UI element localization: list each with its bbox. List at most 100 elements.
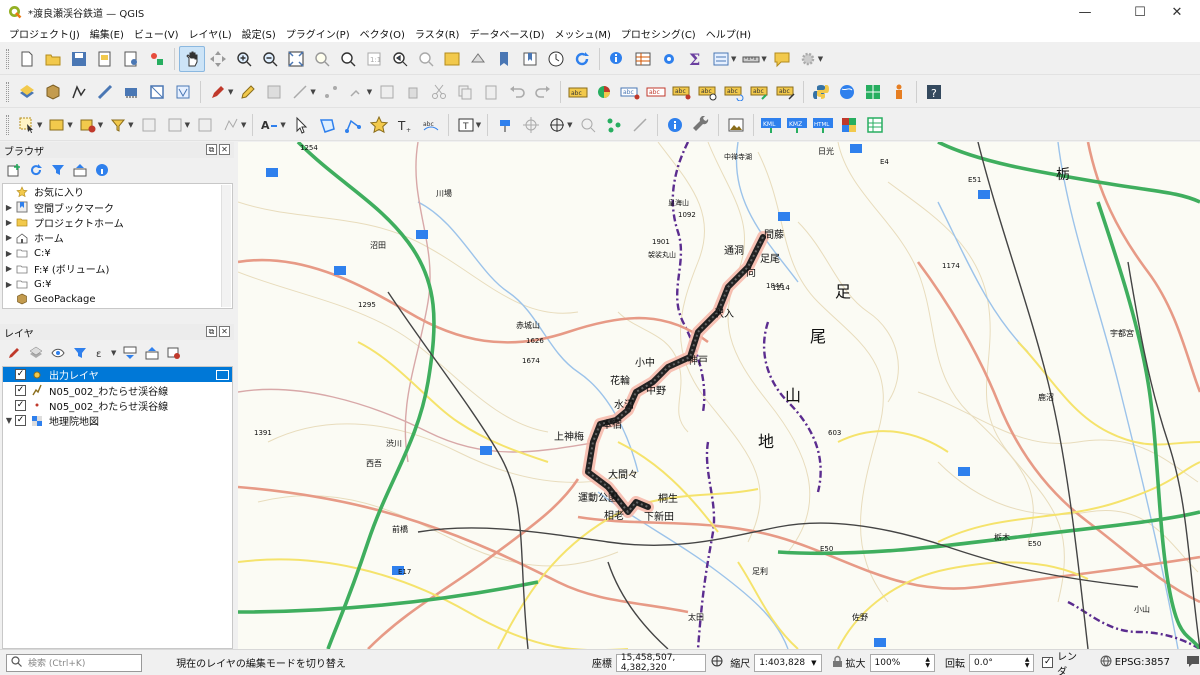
show-bookmarks-icon[interactable] bbox=[517, 46, 543, 72]
create-polygon-annotation-icon[interactable] bbox=[314, 112, 340, 138]
toolbar-grip[interactable] bbox=[6, 81, 9, 102]
advanced-digitize-icon[interactable] bbox=[136, 112, 162, 138]
preview-labels-icon[interactable]: abc bbox=[695, 79, 721, 105]
spin-arrows-icon[interactable]: ▲ ▼ bbox=[1025, 656, 1030, 669]
plugin-grid-icon[interactable] bbox=[860, 79, 886, 105]
annotation-select-icon[interactable] bbox=[288, 112, 314, 138]
manage-visibility-eye-icon[interactable] bbox=[48, 343, 68, 363]
zoom-to-layer-icon[interactable] bbox=[335, 46, 361, 72]
minimize-button[interactable]: — bbox=[1062, 0, 1108, 24]
close-panel-icon[interactable]: ✕ bbox=[219, 326, 230, 337]
menu-mesh[interactable]: メッシュ(M) bbox=[549, 26, 615, 41]
toggle-extents-icon[interactable] bbox=[710, 654, 724, 671]
new-project-icon[interactable] bbox=[14, 46, 40, 72]
shape-digitizing-icon[interactable] bbox=[627, 112, 653, 138]
spin-arrows-icon[interactable]: ▲ ▼ bbox=[925, 656, 930, 669]
dropdown-arrow-icon[interactable]: ▼ bbox=[128, 121, 133, 129]
expand-arrow-icon[interactable]: ▶ bbox=[3, 218, 15, 227]
zoom-last-icon[interactable] bbox=[387, 46, 413, 72]
expand-arrow-icon[interactable]: ▶ bbox=[3, 264, 15, 273]
zoom-in-icon[interactable] bbox=[231, 46, 257, 72]
menu-view[interactable]: ビュー(V) bbox=[129, 26, 184, 41]
new-3d-view-icon[interactable] bbox=[465, 46, 491, 72]
menu-vector[interactable]: ベクタ(O) bbox=[355, 26, 410, 41]
menu-raster[interactable]: ラスタ(R) bbox=[410, 26, 465, 41]
dropdown-arrow-icon[interactable]: ▼ bbox=[228, 88, 233, 96]
pan-hand-icon[interactable] bbox=[179, 45, 205, 72]
layer-labeling-icon[interactable]: abc bbox=[565, 79, 591, 105]
vertex-tool-icon[interactable] bbox=[318, 79, 344, 105]
menu-project[interactable]: プロジェクト(J) bbox=[4, 26, 85, 41]
toolbar-grip[interactable] bbox=[6, 48, 9, 69]
expand-arrow-icon[interactable]: ▶ bbox=[3, 280, 15, 289]
filter-legend-icon[interactable] bbox=[70, 343, 90, 363]
tile-layer-icon[interactable] bbox=[836, 112, 862, 138]
collapse-all-icon[interactable] bbox=[142, 343, 162, 363]
lock-scale-icon[interactable] bbox=[832, 655, 843, 671]
expand-arrow-icon[interactable]: ▶ bbox=[3, 249, 15, 258]
float-panel-icon[interactable]: ⧉ bbox=[206, 326, 217, 337]
scale-combobox[interactable]: 1:403,828 ▼ bbox=[754, 653, 822, 672]
browser-item-geopackage[interactable]: GeoPackage bbox=[3, 292, 232, 307]
toggle-editing-pencil-icon[interactable] bbox=[235, 79, 261, 105]
messages-icon[interactable] bbox=[1186, 655, 1200, 670]
remove-layer-icon[interactable] bbox=[164, 343, 184, 363]
kmz-import-icon[interactable]: KMZ bbox=[784, 112, 810, 138]
zoom-native-icon[interactable]: 1:1 bbox=[361, 46, 387, 72]
data-source-manager-icon[interactable] bbox=[14, 79, 40, 105]
layer-item-output[interactable]: ✓ 出力レイヤ bbox=[3, 367, 232, 383]
zoom-out-icon[interactable] bbox=[257, 46, 283, 72]
text-along-line-icon[interactable]: abc bbox=[418, 112, 444, 138]
new-vector-tile-layer-icon[interactable] bbox=[170, 79, 196, 105]
menu-edit[interactable]: 編集(E) bbox=[85, 26, 129, 41]
kml-import-icon[interactable]: KML bbox=[758, 112, 784, 138]
temporal-controller-icon[interactable] bbox=[543, 46, 569, 72]
plugin-globe-icon[interactable] bbox=[834, 79, 860, 105]
python-console-icon[interactable] bbox=[808, 79, 834, 105]
open-styling-icon[interactable] bbox=[4, 343, 24, 363]
wrench-icon[interactable] bbox=[688, 112, 714, 138]
create-marker-annotation-icon[interactable] bbox=[366, 112, 392, 138]
processing-toolbox-icon[interactable] bbox=[656, 46, 682, 72]
layer-visibility-checkbox[interactable]: ✓ bbox=[15, 369, 26, 381]
filter-browser-icon[interactable] bbox=[48, 160, 68, 180]
magnifier-spinbox[interactable]: 100% ▲ ▼ bbox=[869, 653, 935, 672]
label-properties-icon[interactable]: abc bbox=[773, 79, 799, 105]
refresh-browser-icon[interactable] bbox=[26, 160, 46, 180]
dropdown-arrow-icon[interactable]: ▼ bbox=[731, 55, 736, 63]
browser-item-f-drive[interactable]: ▶ F:¥ (ボリューム) bbox=[3, 261, 232, 276]
dropdown-arrow-icon[interactable]: ▼ bbox=[818, 55, 823, 63]
dropdown-arrow-icon[interactable]: ▼ bbox=[567, 121, 572, 129]
new-virtual-layer-icon[interactable] bbox=[144, 79, 170, 105]
browser-item-project-home[interactable]: ▶ プロジェクトホーム bbox=[3, 215, 232, 230]
menu-processing[interactable]: プロセシング(C) bbox=[616, 26, 701, 41]
new-print-layout-icon[interactable] bbox=[92, 46, 118, 72]
zoom-next-icon[interactable] bbox=[413, 46, 439, 72]
create-text-annotation-icon[interactable]: T + bbox=[392, 112, 418, 138]
dropdown-arrow-icon[interactable]: ▼ bbox=[476, 121, 481, 129]
map-tips-icon[interactable] bbox=[769, 46, 795, 72]
edit-attributes-icon[interactable] bbox=[374, 79, 400, 105]
browser-item-spatial-bookmarks[interactable]: ▶ 空間ブックマーク bbox=[3, 199, 232, 215]
expand-arrow-icon[interactable]: ▶ bbox=[3, 203, 15, 212]
expand-all-icon[interactable] bbox=[120, 343, 140, 363]
cut-features-icon[interactable] bbox=[426, 79, 452, 105]
layer-visibility-checkbox[interactable]: ✓ bbox=[15, 415, 26, 427]
menu-database[interactable]: データベース(D) bbox=[464, 26, 549, 41]
rotate-label-icon[interactable]: abc bbox=[721, 79, 747, 105]
new-map-view-icon[interactable] bbox=[439, 46, 465, 72]
dropdown-arrow-icon[interactable]: ▼ bbox=[280, 121, 285, 129]
new-memory-layer-icon[interactable] bbox=[118, 79, 144, 105]
enable-properties-icon[interactable] bbox=[92, 160, 112, 180]
copy-features-icon[interactable] bbox=[452, 79, 478, 105]
menu-layer[interactable]: レイヤ(L) bbox=[184, 26, 237, 41]
statistics-sum-icon[interactable]: Σ bbox=[682, 46, 708, 72]
menu-plugins[interactable]: プラグイン(P) bbox=[281, 26, 355, 41]
layer-diagram-icon[interactable] bbox=[591, 79, 617, 105]
dropdown-arrow-icon[interactable]: ▼ bbox=[367, 88, 372, 96]
toolbar-grip[interactable] bbox=[6, 114, 9, 135]
float-panel-icon[interactable]: ⧉ bbox=[206, 144, 217, 155]
image-layer-icon[interactable] bbox=[723, 112, 749, 138]
dropdown-arrow-icon[interactable]: ▼ bbox=[310, 88, 315, 96]
layer-visibility-checkbox[interactable]: ✓ bbox=[15, 384, 26, 396]
